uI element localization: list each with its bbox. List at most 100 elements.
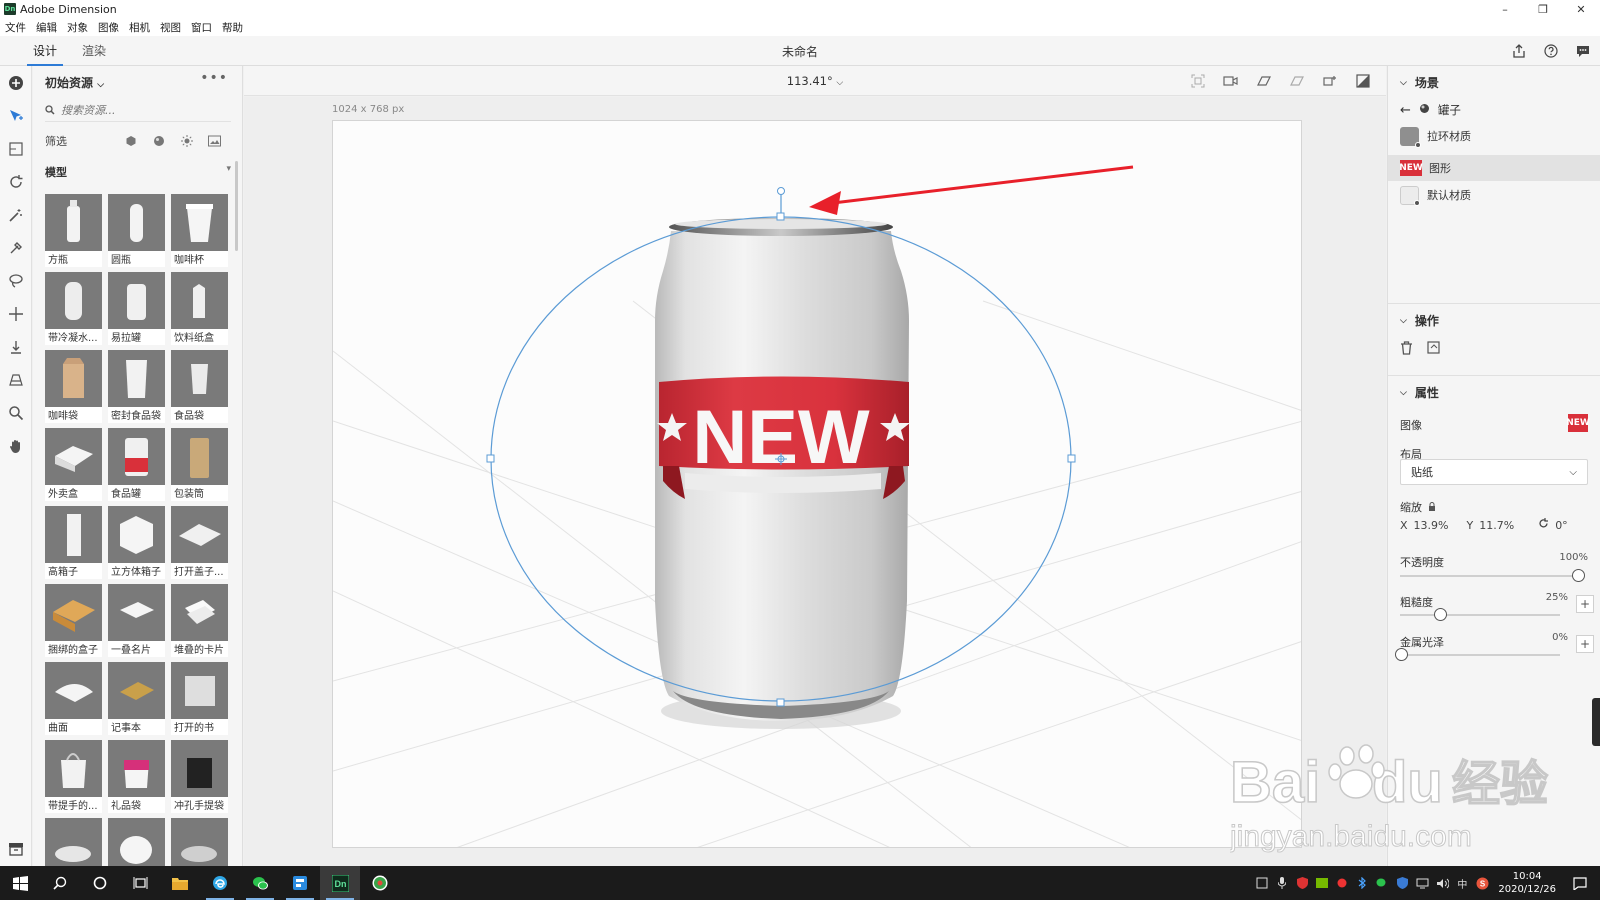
- trash-icon[interactable]: [1400, 341, 1413, 358]
- image-thumbnail[interactable]: NEW: [1566, 414, 1590, 432]
- asset-card[interactable]: 礼品袋: [108, 740, 165, 813]
- menu-file[interactable]: 文件: [5, 20, 26, 35]
- asset-card[interactable]: 带冷凝水...: [45, 272, 102, 345]
- select-rect-icon[interactable]: [0, 132, 32, 165]
- asset-card[interactable]: 捆绑的盒子: [45, 584, 102, 657]
- drop-to-ground-icon[interactable]: [0, 330, 32, 363]
- scene-section-header[interactable]: ⌵ 场景: [1400, 74, 1439, 91]
- scale-x-input[interactable]: 13.9%: [1414, 519, 1449, 532]
- perspective-icon[interactable]: [0, 363, 32, 396]
- asset-card[interactable]: 密封食品袋: [108, 350, 165, 423]
- menu-camera[interactable]: 相机: [129, 20, 150, 35]
- restore-button[interactable]: ❐: [1524, 0, 1562, 18]
- lasso-icon[interactable]: [0, 264, 32, 297]
- security-icon[interactable]: [1392, 866, 1412, 900]
- frame-icon[interactable]: [1189, 72, 1207, 90]
- record-icon[interactable]: [1332, 866, 1352, 900]
- asset-card[interactable]: 咖啡袋: [45, 350, 102, 423]
- layer-graphic[interactable]: NEW 图形: [1388, 155, 1600, 181]
- tab-design[interactable]: 设计: [26, 42, 64, 66]
- layer-default-material[interactable]: 默认材质: [1388, 182, 1600, 208]
- actions-section-header[interactable]: ⌵ 操作: [1400, 312, 1439, 329]
- lock-icon[interactable]: [1428, 501, 1436, 514]
- start-windows-icon[interactable]: [0, 866, 40, 900]
- scale-handle-left[interactable]: [486, 454, 495, 463]
- rotate-handle[interactable]: [777, 187, 785, 195]
- archive-icon[interactable]: [0, 834, 32, 864]
- canvas[interactable]: NEW: [332, 120, 1302, 848]
- scale-handle-bottom[interactable]: [776, 698, 785, 707]
- opacity-value[interactable]: 100%: [1559, 552, 1588, 563]
- move-icon[interactable]: [0, 297, 32, 330]
- asset-card[interactable]: 打开的书: [171, 662, 228, 735]
- assets-scrollbar[interactable]: [235, 161, 238, 251]
- camera-view-1-icon[interactable]: [1222, 72, 1240, 90]
- asset-card[interactable]: 冲孔手提袋: [171, 740, 228, 813]
- scale-handle-top[interactable]: [776, 212, 785, 221]
- app-blue-icon[interactable]: [280, 866, 320, 900]
- shield-icon[interactable]: [1292, 866, 1312, 900]
- tray-app-icon[interactable]: [1252, 866, 1272, 900]
- metallic-value[interactable]: 0%: [1552, 632, 1568, 643]
- scale-handle-right[interactable]: [1067, 454, 1076, 463]
- minimize-button[interactable]: –: [1486, 0, 1524, 18]
- tab-render[interactable]: 渲染: [82, 42, 106, 59]
- add-icon[interactable]: [0, 66, 32, 99]
- asset-card[interactable]: 堆叠的卡片: [171, 584, 228, 657]
- asset-card[interactable]: 圆瓶: [108, 194, 165, 267]
- menu-edit[interactable]: 编辑: [36, 20, 57, 35]
- asset-card[interactable]: 饮料纸盒: [171, 272, 228, 345]
- asset-card[interactable]: 曲面: [45, 662, 102, 735]
- network-icon[interactable]: [1412, 866, 1432, 900]
- properties-section-header[interactable]: ⌵ 属性: [1400, 384, 1439, 401]
- scale-y-input[interactable]: 11.7%: [1479, 519, 1514, 532]
- opacity-slider-thumb[interactable]: [1572, 569, 1585, 582]
- back-arrow-icon[interactable]: ←: [1400, 103, 1411, 118]
- asset-card[interactable]: 打开盖子...: [171, 506, 228, 579]
- scene-object-row[interactable]: ← 罐子: [1400, 102, 1461, 118]
- filter-images-icon[interactable]: [207, 134, 222, 149]
- asset-card[interactable]: 咖啡杯: [171, 194, 228, 267]
- sample-material-icon[interactable]: [0, 231, 32, 264]
- search-input[interactable]: [61, 104, 211, 117]
- close-button[interactable]: ✕: [1562, 0, 1600, 18]
- asset-card[interactable]: [171, 818, 228, 866]
- metallic-slider-thumb[interactable]: [1395, 648, 1408, 661]
- more-options-icon[interactable]: •••: [200, 70, 228, 86]
- file-explorer-icon[interactable]: [160, 866, 200, 900]
- replace-icon[interactable]: [1427, 341, 1440, 358]
- clock[interactable]: 10:04 2020/12/26: [1498, 870, 1556, 896]
- wechat-icon[interactable]: [240, 866, 280, 900]
- asset-card[interactable]: [45, 818, 102, 866]
- menu-window[interactable]: 窗口: [191, 20, 212, 35]
- app-green-icon[interactable]: [360, 866, 400, 900]
- filter-models-icon[interactable]: [123, 134, 138, 149]
- help-icon[interactable]: [1542, 42, 1560, 60]
- opacity-slider[interactable]: [1400, 575, 1578, 577]
- magic-wand-icon[interactable]: [0, 198, 32, 231]
- share-icon[interactable]: [1510, 42, 1528, 60]
- filter-lights-icon[interactable]: [179, 134, 194, 149]
- asset-card[interactable]: 方瓶: [45, 194, 102, 267]
- asset-card[interactable]: 外卖盒: [45, 428, 102, 501]
- search-icon[interactable]: [40, 866, 80, 900]
- assets-title[interactable]: 初始资源 ⌵: [45, 74, 104, 91]
- orbit-icon[interactable]: [0, 165, 32, 198]
- rotation-input[interactable]: 0°: [1555, 519, 1568, 532]
- wechat-tray-icon[interactable]: [1372, 866, 1392, 900]
- cortana-icon[interactable]: [80, 866, 120, 900]
- select-move-icon[interactable]: [0, 99, 32, 132]
- asset-card[interactable]: 立方体箱子: [108, 506, 165, 579]
- filter-materials-icon[interactable]: [151, 134, 166, 149]
- roughness-slider-thumb[interactable]: [1434, 608, 1447, 621]
- menu-view[interactable]: 视图: [160, 20, 181, 35]
- menu-object[interactable]: 对象: [67, 20, 88, 35]
- microphone-icon[interactable]: [1272, 866, 1292, 900]
- sogou-icon[interactable]: S: [1472, 866, 1492, 900]
- camera-view-2-icon[interactable]: [1255, 72, 1273, 90]
- asset-card[interactable]: 食品袋: [171, 350, 228, 423]
- hand-icon[interactable]: [0, 429, 32, 462]
- asset-card[interactable]: 一叠名片: [108, 584, 165, 657]
- layout-select[interactable]: 贴纸 ⌵: [1400, 459, 1588, 485]
- ime-indicator[interactable]: 中: [1452, 866, 1472, 900]
